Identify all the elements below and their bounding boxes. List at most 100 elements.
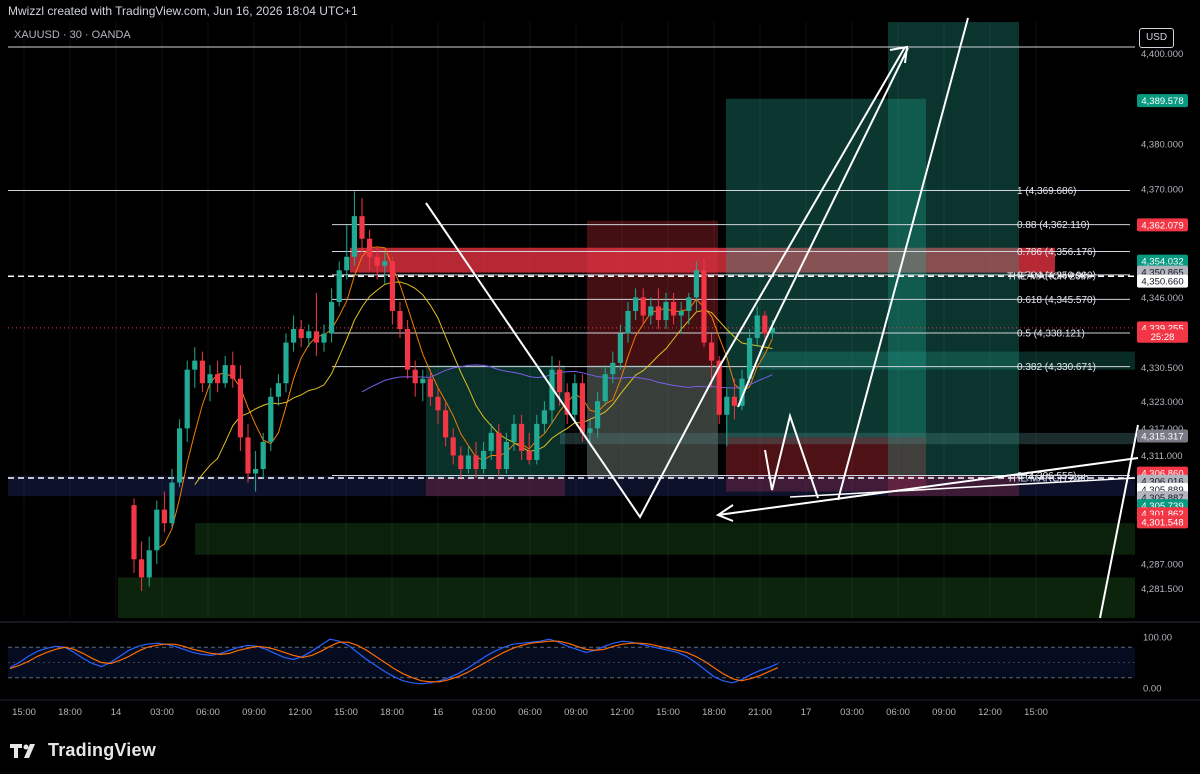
candle-body	[382, 261, 388, 266]
candle-body	[291, 329, 297, 343]
y-tick-label: 4,323.000	[1141, 397, 1183, 408]
x-tick-label: 12:00	[288, 707, 312, 718]
candle-body	[473, 455, 479, 469]
candle-body	[731, 396, 737, 406]
stoch-tick-label: 100.00	[1143, 633, 1172, 644]
price-tag-label: 4,362.079	[1141, 220, 1183, 231]
candle-body	[610, 362, 616, 375]
candle-body	[663, 301, 669, 320]
price-chart[interactable]: 1 (4,369.686) 0.88 (4,362.110) 0.786 (4,35…	[0, 0, 1200, 730]
candle-body	[579, 383, 585, 433]
zone-rect	[560, 432, 1135, 445]
y-tick-label: 4,346.000	[1141, 293, 1183, 304]
fib-level-label: 0.382 (4,330.671)	[1017, 362, 1096, 373]
candle-body	[693, 270, 699, 298]
x-tick-label: 06:00	[196, 707, 220, 718]
y-tick-label: 4,330.500	[1141, 363, 1183, 374]
candle-body	[260, 441, 266, 469]
zone-rect	[888, 22, 1019, 476]
x-tick-label: 18:00	[702, 707, 726, 718]
candle-body	[215, 374, 221, 384]
candle-body	[199, 360, 205, 384]
x-tick-label: 15:00	[1024, 707, 1048, 718]
candle-body	[412, 369, 418, 384]
candle-body	[405, 329, 411, 370]
y-tick-label: 4,380.000	[1141, 139, 1183, 150]
candle-body	[519, 423, 525, 451]
candle-body	[557, 369, 563, 393]
candle-body	[344, 256, 350, 271]
x-tick-label: 14	[111, 707, 122, 718]
candle-body	[724, 396, 730, 415]
fib-level-label: 0.88 (4,362.110)	[1017, 220, 1090, 231]
candle-body	[572, 383, 578, 415]
candle-body	[397, 310, 403, 330]
candle-body	[496, 432, 502, 469]
x-tick-label: 09:00	[242, 707, 266, 718]
candle-body	[245, 437, 251, 474]
y-tick-label: 4,287.000	[1141, 559, 1183, 570]
candle-body	[374, 256, 380, 266]
candle-body	[458, 455, 464, 469]
x-tick-label: 17	[801, 707, 812, 718]
zone-rect	[195, 523, 1135, 555]
fib-level-label: 1 (4,369.686)	[1017, 186, 1077, 197]
x-tick-label: 12:00	[978, 707, 1002, 718]
candle-body	[450, 437, 456, 456]
candle-body	[686, 297, 692, 311]
level-annotation: THE MARCH 26th	[1007, 272, 1089, 283]
x-tick-label: 03:00	[472, 707, 496, 718]
candle-body	[633, 297, 639, 311]
candle-body	[511, 423, 517, 442]
price-tag-label: 4,301.548	[1141, 517, 1183, 528]
candle-body	[298, 329, 304, 339]
x-tick-label: 15:00	[656, 707, 680, 718]
currency-button[interactable]: USD	[1139, 28, 1174, 48]
x-tick-label: 06:00	[518, 707, 542, 718]
candle-body	[754, 315, 760, 339]
candle-body	[313, 331, 319, 343]
candle-body	[329, 301, 335, 334]
candle-body	[427, 378, 433, 397]
candle-body	[762, 315, 768, 334]
tradingview-logo[interactable]: TradingView	[10, 740, 156, 761]
x-tick-label: 03:00	[840, 707, 864, 718]
y-tick-label: 4,311.000	[1141, 451, 1183, 462]
candle-body	[709, 342, 715, 361]
price-tag-label: 4,350.660	[1141, 277, 1183, 288]
fib-level-label: 0.618 (4,345.570)	[1017, 295, 1096, 306]
candle-body	[655, 306, 661, 320]
candle-body	[526, 450, 532, 460]
price-tag-label: 4,389.578	[1141, 96, 1183, 107]
x-tick-label: 15:00	[334, 707, 358, 718]
candle-body	[595, 401, 601, 429]
candle-body	[321, 333, 327, 343]
x-tick-label: 18:00	[380, 707, 404, 718]
candle-body	[587, 428, 593, 433]
fib-level-label: 0.5 (4,338.121)	[1017, 328, 1085, 339]
candle-body	[336, 270, 342, 302]
tradingview-logo-icon	[10, 743, 35, 758]
candle-body	[671, 301, 677, 316]
candle-body	[359, 216, 365, 239]
candle-body	[237, 378, 243, 438]
candle-body	[283, 342, 289, 384]
candle-body	[701, 270, 707, 343]
candle-body	[503, 441, 509, 469]
x-tick-label: 03:00	[150, 707, 174, 718]
tradingview-wordmark: TradingView	[48, 740, 156, 760]
candle-body	[351, 216, 357, 257]
candle-body	[222, 365, 228, 384]
candle-body	[465, 455, 471, 469]
candle-body	[678, 310, 684, 316]
candle-body	[625, 310, 631, 334]
candle-body	[488, 432, 494, 451]
candle-body	[184, 369, 190, 429]
candle-body	[154, 509, 160, 551]
candle-body	[230, 365, 236, 379]
candle-body	[139, 559, 145, 578]
candle-body	[253, 469, 259, 474]
stoch-tick-label: 0.00	[1143, 683, 1162, 694]
candle-body	[602, 374, 608, 402]
candle-body	[541, 410, 547, 424]
